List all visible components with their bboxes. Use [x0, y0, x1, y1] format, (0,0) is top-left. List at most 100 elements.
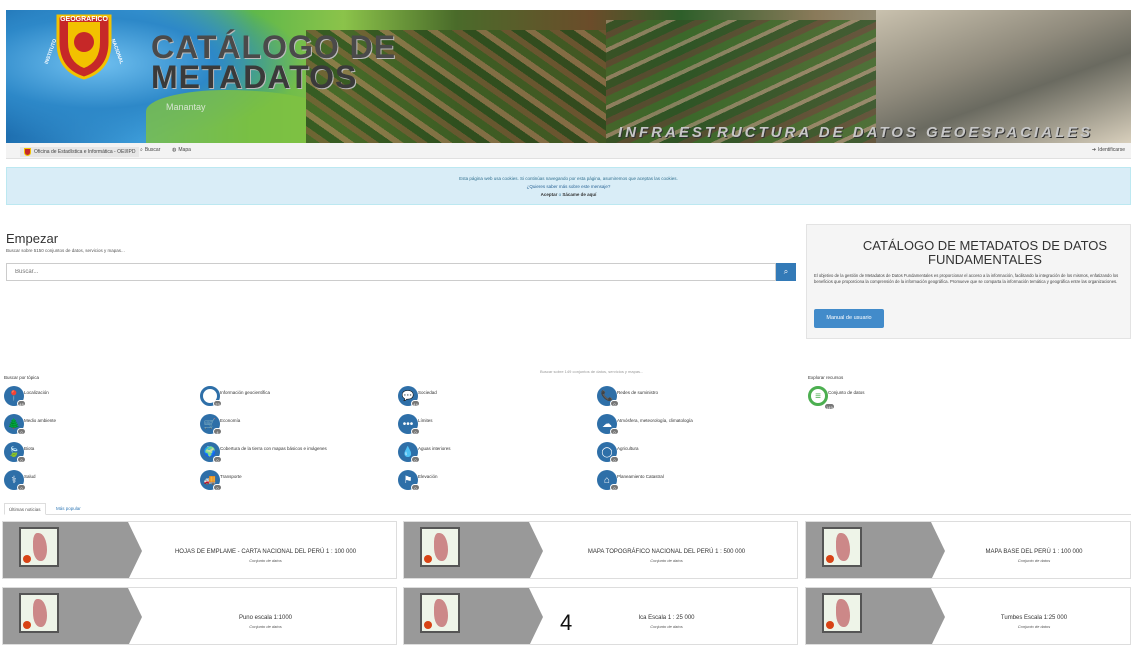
topic-item[interactable]: 🌲 0 Medio ambiente: [4, 414, 57, 435]
top-navbar: Oficina de Estadística e Informática - O…: [6, 143, 1131, 159]
map-thumbnail-icon[interactable]: [420, 593, 460, 633]
map-thumbnail-icon[interactable]: [822, 593, 862, 633]
topic-label: Biota: [24, 446, 35, 451]
start-heading: Empezar: [6, 231, 59, 246]
card-type: Conjunto de datos: [650, 624, 683, 629]
topic-count-badge: 0: [213, 484, 222, 491]
card-title[interactable]: Tumbes Escala 1:25 000: [946, 615, 1122, 621]
topic-label: Información geocientífica: [220, 390, 271, 395]
page-number: 4: [560, 610, 573, 635]
topic-label: Localización: [24, 390, 49, 395]
card-title[interactable]: Puno escala 1:1000: [143, 615, 388, 621]
card-type: Conjunto de datos: [1017, 624, 1051, 629]
topic-item[interactable]: 🛒 4 Economía: [200, 414, 241, 435]
topic-count-badge: 0: [610, 484, 619, 491]
start-section: Empezar Buscar sobre 5150 conjuntos de d…: [6, 231, 796, 253]
explore-datasets[interactable]: ≡ 149 Conjunto de datos: [808, 386, 865, 410]
topic-item[interactable]: 📞 0 Redes de suministro: [597, 386, 659, 407]
dataset-card[interactable]: HOJAS DE EMPLAME - CARTA NACIONAL DEL PE…: [2, 521, 397, 579]
user-manual-button[interactable]: Manual de usuario: [814, 309, 884, 328]
search-input[interactable]: [6, 263, 776, 281]
banner-title-line2: METADATOS: [151, 59, 358, 95]
topic-label: Transporte: [220, 474, 242, 479]
login-link[interactable]: ➔ Identificarse: [1092, 147, 1125, 153]
topic-item[interactable]: ⚕ 0 Salud: [4, 470, 36, 491]
topic-count-badge: 0: [213, 456, 222, 463]
banner-title-line1: CATÁLOGO DE: [151, 29, 397, 65]
topic-item[interactable]: ☁ 0 Atmósfera, meteorología, climatología: [597, 414, 693, 435]
logo-left-text: INSTITUTO: [44, 38, 59, 65]
card-title[interactable]: HOJAS DE EMPLAME - CARTA NACIONAL DEL PE…: [143, 549, 388, 555]
nav-search-link[interactable]: ⌕ Buscar: [140, 147, 160, 153]
card-type: Conjunto de datos: [249, 558, 282, 563]
dataset-count-text: Buscar sobre 149 conjuntos de datos, ser…: [540, 369, 644, 374]
card-arrow: [128, 588, 142, 644]
topic-item[interactable]: ⚑ 0 Elevación: [398, 470, 438, 491]
topic-count-badge: 0: [17, 484, 26, 491]
topic-label: Agricultura: [617, 446, 639, 451]
nav-brand[interactable]: Oficina de Estadística e Informática - O…: [20, 147, 140, 157]
catalog-info-panel: CATÁLOGO DE METADATOS DE DATOS FUNDAMENT…: [806, 224, 1131, 339]
dataset-card[interactable]: Puno escala 1:1000 Conjunto de datos: [2, 587, 397, 645]
topic-label: Economía: [220, 418, 241, 423]
topic-count-badge: 44: [411, 400, 420, 407]
header-banner: GEOGRAFICO INSTITUTO NACIONAL CATÁLOGO D…: [6, 10, 1131, 143]
map-thumbnail-icon[interactable]: [19, 593, 59, 633]
banner-subtitle: INFRAESTRUCTURA DE DATOS GEOESPACIALES: [618, 124, 1094, 141]
card-title[interactable]: Ica Escala 1 : 25 000: [544, 615, 789, 621]
topic-item[interactable]: 📍 48 Localización: [4, 386, 49, 407]
map-thumbnail-icon[interactable]: [420, 527, 460, 567]
map-thumbnail-icon[interactable]: [19, 527, 59, 567]
banner-title: CATÁLOGO DE METADATOS: [151, 29, 397, 95]
topic-count-badge: 0: [411, 484, 420, 491]
topic-count-badge: 0: [17, 456, 26, 463]
cookie-more-info-link[interactable]: ¿Quieres saber más sobre este mensaje?: [527, 184, 611, 189]
topic-item[interactable]: ••• 0 Límites: [398, 414, 433, 435]
card-title[interactable]: MAPA BASE DEL PERÚ 1 : 100 000: [946, 549, 1122, 555]
cookie-accept-link[interactable]: Aceptar: [541, 192, 558, 197]
nav-brand-label: Oficina de Estadística e Informática - O…: [34, 149, 136, 155]
card-type: Conjunto de datos: [1017, 558, 1051, 563]
search-button[interactable]: ⌕: [776, 263, 796, 281]
topic-label: Medio ambiente: [24, 418, 57, 423]
topic-count-badge: 0: [610, 400, 619, 407]
topic-item[interactable]: 🍃 0 Biota: [4, 442, 35, 463]
nav-map-link[interactable]: ◍ Mapa: [172, 147, 191, 153]
tab-popular[interactable]: Más popular: [52, 503, 85, 515]
topic-item[interactable]: ⌂ 0 Planeamiento Catastral: [597, 470, 664, 491]
dataset-card[interactable]: MAPA TOPOGRÁFICO NACIONAL DEL PERÚ 1 : 5…: [403, 521, 798, 579]
topic-item[interactable]: 🌍 0 Cobertura de la tierra con mapas básic…: [200, 442, 327, 463]
dataset-card[interactable]: MAPA BASE DEL PERÚ 1 : 100 000 Conjunto d…: [805, 521, 1131, 579]
topic-count-badge: 23: [213, 400, 222, 407]
banner-place-label: Manantay: [166, 102, 206, 112]
dataset-card[interactable]: Tumbes Escala 1:25 000 Conjunto de datos: [805, 587, 1131, 645]
dataset-card[interactable]: Ica Escala 1 : 25 000 Conjunto de datos: [403, 587, 798, 645]
topic-item[interactable]: 💬 44 Sociedad: [398, 386, 437, 407]
topic-item[interactable]: 💧 0 Aguas interiores: [398, 442, 451, 463]
cookie-leave-link[interactable]: Sácame de aquí: [562, 192, 596, 197]
cookie-message: Esta página web usa cookies. Si continúa…: [459, 176, 678, 181]
map-thumbnail-icon[interactable]: [822, 527, 862, 567]
ign-logo-icon[interactable]: GEOGRAFICO INSTITUTO NACIONAL: [38, 12, 130, 80]
card-type: Conjunto de datos: [249, 624, 282, 629]
cookie-notice: Esta página web usa cookies. Si continúa…: [6, 167, 1131, 205]
logo-right-text: NACIONAL: [110, 38, 125, 65]
topics-label: Buscar por tópica: [4, 375, 40, 380]
shield-icon: [24, 148, 31, 156]
topic-item[interactable]: 🚚 0 Transporte: [200, 470, 242, 491]
login-label: Identificarse: [1098, 147, 1125, 153]
topic-label: Límites: [418, 418, 433, 423]
topic-count-badge: 0: [610, 456, 619, 463]
topic-count-badge: 0: [610, 428, 619, 435]
card-title[interactable]: MAPA TOPOGRÁFICO NACIONAL DEL PERÚ 1 : 5…: [544, 549, 789, 555]
topic-label: Redes de suministro: [617, 390, 659, 395]
topic-item[interactable]: ◎ 23 Información geocientífica: [200, 386, 271, 407]
explore-label: Explorar recursos: [808, 375, 844, 380]
explore-datasets-label: Conjunto de datos: [828, 390, 865, 395]
tab-latest[interactable]: Últimas noticias: [4, 503, 46, 515]
nav-map-label: Mapa: [178, 147, 191, 153]
topic-item[interactable]: ◯ 0 Agricultura: [597, 442, 639, 463]
card-arrow: [529, 588, 543, 644]
search-icon: ⌕: [140, 147, 143, 153]
topic-label: Sociedad: [418, 390, 437, 395]
